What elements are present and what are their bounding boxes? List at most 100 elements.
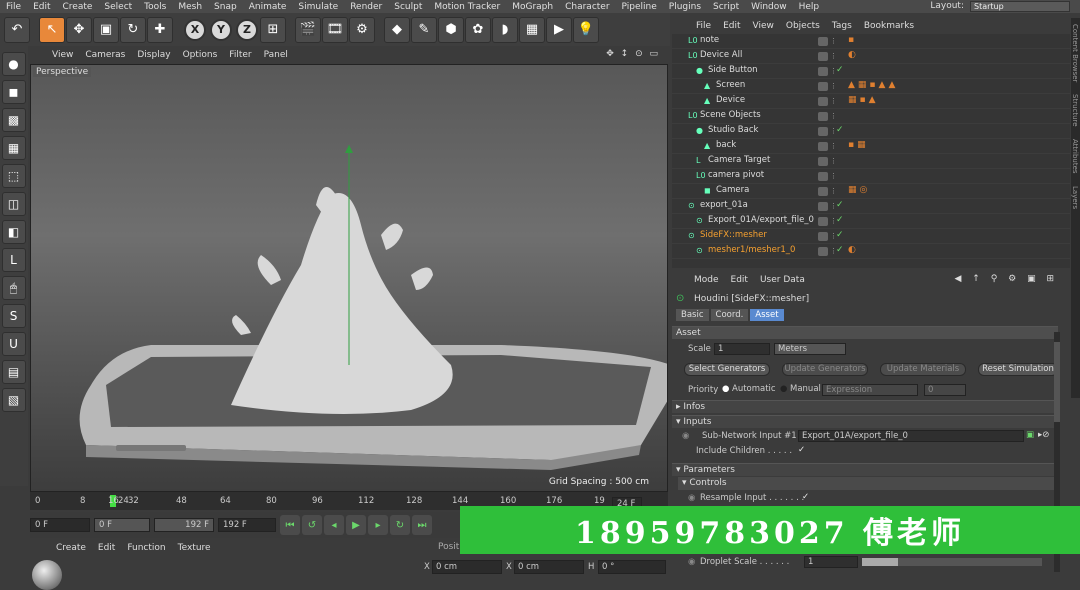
- visibility-dots-icon[interactable]: ⋮: [830, 52, 837, 61]
- object-row[interactable]: ◼ Camera ⋮ ▦◎: [672, 184, 1070, 199]
- menu-render[interactable]: Render: [344, 2, 388, 12]
- object-row[interactable]: L0 Device All ⋮ ◐: [672, 49, 1070, 64]
- inputs-section[interactable]: ▾ Inputs: [672, 415, 1058, 428]
- link-icon[interactable]: ▣: [1026, 430, 1034, 440]
- render-picture-viewer-icon[interactable]: 🎞: [322, 16, 348, 43]
- live-selection-icon[interactable]: ↖: [39, 16, 65, 43]
- layer-swatch[interactable]: [818, 187, 828, 196]
- priority-automatic-radio[interactable]: ●: [722, 384, 729, 394]
- menu-pipeline[interactable]: Pipeline: [616, 2, 663, 12]
- edges-mode-icon[interactable]: ◫: [1, 192, 26, 216]
- object-row[interactable]: L0 Scene Objects ⋮: [672, 109, 1070, 124]
- menu-create[interactable]: Create: [57, 2, 99, 12]
- scale-field[interactable]: 1: [714, 343, 770, 355]
- droplet-scale-slider[interactable]: [862, 558, 1042, 566]
- controls-section[interactable]: ▾ Controls: [678, 477, 1058, 490]
- attribute-menu-user-data[interactable]: User Data: [754, 275, 811, 285]
- object-menu-bookmarks[interactable]: Bookmarks: [858, 21, 920, 31]
- menu-character[interactable]: Character: [559, 2, 615, 12]
- visibility-dots-icon[interactable]: ⋮: [830, 172, 837, 181]
- menu-snap[interactable]: Snap: [208, 2, 243, 12]
- cube-icon[interactable]: ◆: [384, 16, 410, 43]
- material-menu-function[interactable]: Function: [121, 543, 171, 553]
- layer-swatch[interactable]: [818, 157, 828, 166]
- workplane-icon[interactable]: ▦: [1, 136, 26, 160]
- floor-icon[interactable]: ▦: [519, 16, 545, 43]
- right-tab-structure[interactable]: Structure: [1071, 94, 1079, 127]
- magnet-icon[interactable]: U: [1, 332, 26, 356]
- menu-window[interactable]: Window: [745, 2, 793, 12]
- priority-expression-select[interactable]: Expression: [822, 384, 918, 396]
- reset-simulation-button[interactable]: Reset Simulation: [978, 363, 1058, 376]
- visibility-dots-icon[interactable]: ⋮: [830, 37, 837, 46]
- make-editable-icon[interactable]: ●: [1, 52, 26, 76]
- undo-icon[interactable]: ↶: [4, 16, 30, 43]
- layer-swatch[interactable]: [818, 172, 828, 181]
- layer-swatch[interactable]: [818, 232, 828, 241]
- lock-workplane-icon[interactable]: ▤: [1, 360, 26, 384]
- object-menu-edit[interactable]: Edit: [717, 21, 746, 31]
- h-rotation-field[interactable]: 0 °: [598, 560, 666, 574]
- object-row[interactable]: ⊙ SideFX::mesher ⋮ ✓: [672, 229, 1070, 244]
- tweak-mode-icon[interactable]: 🖱: [1, 276, 26, 300]
- layer-swatch[interactable]: [818, 217, 828, 226]
- object-tags[interactable]: ◐: [848, 50, 859, 60]
- menu-select[interactable]: Select: [98, 2, 138, 12]
- scale-icon[interactable]: ▣: [93, 16, 119, 43]
- x-axis-icon[interactable]: X: [184, 18, 206, 41]
- rotate-icon[interactable]: ↻: [120, 16, 146, 43]
- priority-value-field[interactable]: 0: [924, 384, 966, 396]
- object-menu-tags[interactable]: Tags: [826, 21, 858, 31]
- object-name[interactable]: mesher1/mesher1_0: [708, 245, 795, 255]
- attribute-menu-mode[interactable]: Mode: [688, 275, 725, 285]
- viewport[interactable]: Perspective Grid Spacing : 500 cm: [30, 64, 668, 492]
- menu-tools[interactable]: Tools: [138, 2, 172, 12]
- menu-edit[interactable]: Edit: [27, 2, 56, 12]
- enabled-check[interactable]: ✓: [836, 200, 844, 210]
- object-row[interactable]: ⊙ mesher1/mesher1_0 ⋮ ✓ ◐: [672, 244, 1070, 259]
- object-name[interactable]: Screen: [716, 80, 745, 90]
- spline-pen-icon[interactable]: ✎: [411, 16, 437, 43]
- select-generators-button[interactable]: Select Generators: [684, 363, 770, 376]
- layer-swatch[interactable]: [818, 52, 828, 61]
- viewport-menu-options[interactable]: Options: [177, 50, 224, 60]
- include-children-checkbox[interactable]: ✓: [798, 445, 805, 455]
- layer-swatch[interactable]: [818, 37, 828, 46]
- object-row[interactable]: ● Studio Back ⋮ ✓: [672, 124, 1070, 139]
- enabled-check[interactable]: ✓: [836, 215, 844, 225]
- play-icon[interactable]: ▶: [346, 515, 366, 535]
- viewport-nav-icons[interactable]: ✥ ↕ ⊙ ▭: [600, 49, 666, 59]
- end-frame-field[interactable]: 192 F: [218, 518, 276, 532]
- menu-animate[interactable]: Animate: [243, 2, 293, 12]
- layer-swatch[interactable]: [818, 82, 828, 91]
- material-menu-edit[interactable]: Edit: [92, 543, 121, 553]
- next-frame-icon[interactable]: ▸: [368, 515, 388, 535]
- menu-plugins[interactable]: Plugins: [663, 2, 707, 12]
- object-row[interactable]: ⊙ export_01a ⋮ ✓: [672, 199, 1070, 214]
- visibility-dots-icon[interactable]: ⋮: [830, 112, 837, 121]
- object-name[interactable]: Camera: [716, 185, 749, 195]
- layer-swatch[interactable]: [818, 202, 828, 211]
- start-frame-field[interactable]: 0 F: [30, 518, 90, 532]
- go-to-start-icon[interactable]: ⏮: [280, 515, 300, 535]
- z-axis-icon[interactable]: Z: [236, 18, 258, 41]
- model-mode-icon[interactable]: ◼: [1, 80, 26, 104]
- attribute-tab-asset[interactable]: Asset: [750, 309, 784, 321]
- menu-simulate[interactable]: Simulate: [292, 2, 344, 12]
- right-tab-attributes[interactable]: Attributes: [1071, 139, 1079, 174]
- pick-object-icon[interactable]: ▸⊘: [1038, 430, 1049, 440]
- droplet-scale-radio[interactable]: ◉: [688, 557, 695, 567]
- visibility-dots-icon[interactable]: ⋮: [830, 187, 837, 196]
- coordinate-system-icon[interactable]: ⊞: [260, 16, 286, 43]
- visibility-dots-icon[interactable]: ⋮: [830, 97, 837, 106]
- subnet-input-radio[interactable]: ◉: [682, 431, 689, 441]
- enabled-check[interactable]: ✓: [836, 245, 844, 255]
- light-icon[interactable]: 💡: [573, 16, 599, 43]
- nurbs-icon[interactable]: ⬢: [438, 16, 464, 43]
- move-icon[interactable]: ✥: [66, 16, 92, 43]
- render-view-icon[interactable]: 🎬: [295, 16, 321, 43]
- visibility-dots-icon[interactable]: ⋮: [830, 157, 837, 166]
- layout-select[interactable]: Startup: [970, 1, 1070, 12]
- resample-input-checkbox[interactable]: ✓: [802, 492, 809, 502]
- layer-swatch[interactable]: [818, 142, 828, 151]
